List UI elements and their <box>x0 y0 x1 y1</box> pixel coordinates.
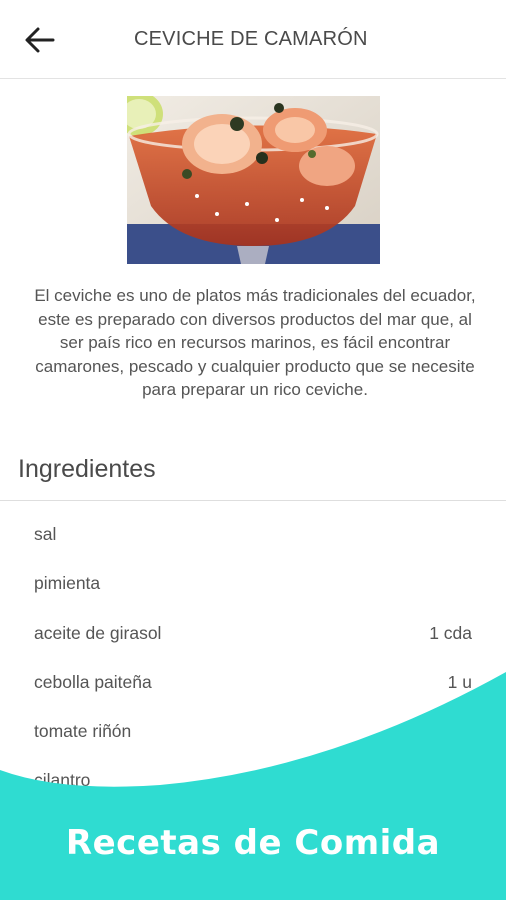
section-divider <box>0 500 506 501</box>
ingredient-name: aceite de girasol <box>34 622 162 643</box>
ingredient-quantity: 1 cda <box>429 622 472 643</box>
list-item: sal <box>0 510 506 559</box>
recipe-image <box>127 96 380 264</box>
recipe-description: El ceviche es uno de platos más tradicio… <box>34 286 476 399</box>
list-item: cilantro <box>0 756 506 805</box>
arrow-left-icon <box>25 27 55 53</box>
ingredient-name: pimienta <box>34 573 101 594</box>
ingredient-name: sal <box>34 524 57 544</box>
list-item: tomate riñón <box>0 707 506 756</box>
ingredients-heading: Ingredientes <box>18 455 156 483</box>
list-item: pimienta <box>0 559 506 608</box>
promo-banner-text: Recetas de Comida <box>65 823 441 863</box>
ingredient-name: cilantro <box>34 770 91 791</box>
ingredient-name: cebolla paiteña <box>34 671 152 692</box>
ingredient-list: sal pimienta aceite de girasol 1 cda ceb… <box>0 510 506 806</box>
back-button[interactable] <box>14 18 66 62</box>
list-item: cebolla paiteña 1 u <box>0 658 506 707</box>
app-header: CEVICHE DE CAMARÓN <box>0 0 506 79</box>
ingredient-name: tomate riñón <box>34 721 132 742</box>
page-title: CEVICHE DE CAMARÓN <box>134 28 368 50</box>
list-item: aceite de girasol 1 cda <box>0 609 506 658</box>
ingredient-quantity: 1 u <box>447 671 472 692</box>
